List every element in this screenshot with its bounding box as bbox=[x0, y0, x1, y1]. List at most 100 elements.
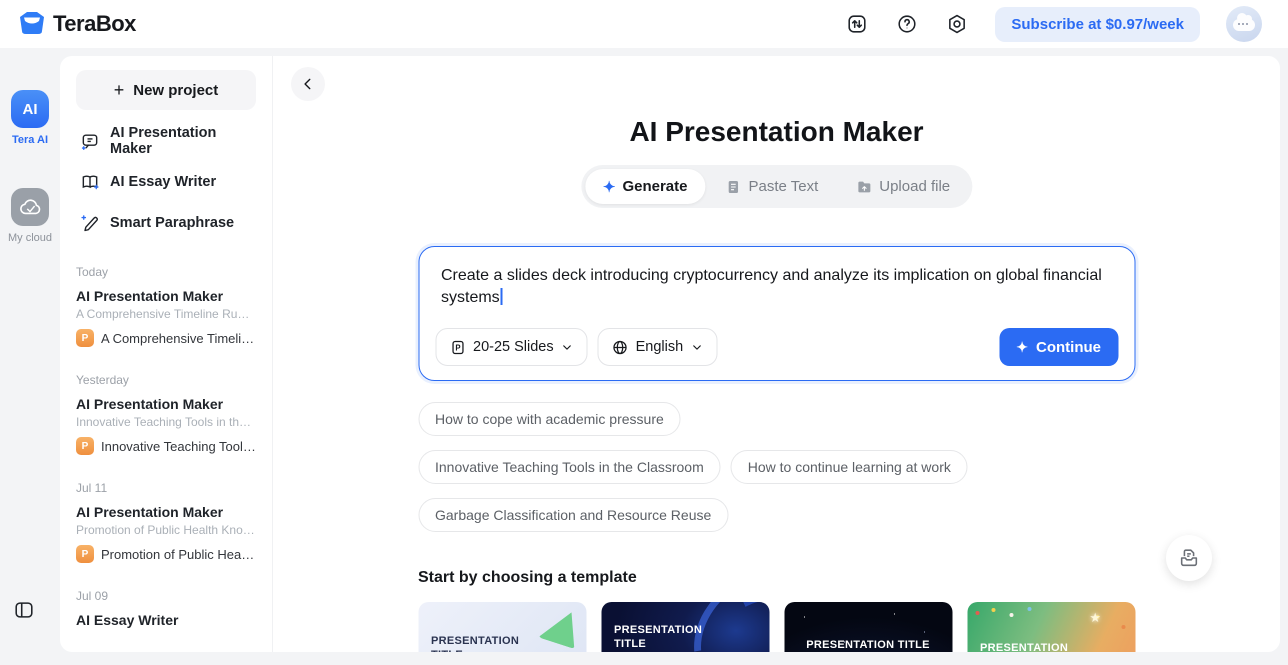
upload-file-icon bbox=[856, 179, 872, 195]
presentation-maker-icon bbox=[80, 131, 100, 151]
prompt-controls: P 20-25 Slides English ✦ Con bbox=[435, 328, 1118, 366]
suggestion-chips: How to cope with academic pressure Innov… bbox=[418, 402, 978, 532]
help-icon[interactable] bbox=[895, 12, 919, 36]
plus-icon: + bbox=[114, 80, 125, 101]
template-card-space[interactable]: PRESENTATION TITLE Reporter: xx xx.xx.xx bbox=[784, 602, 952, 652]
history-item-subtitle: Promotion of Public Health Knowl... bbox=[76, 523, 256, 537]
tab-generate[interactable]: ✦ Generate bbox=[585, 169, 706, 204]
tab-paste-text[interactable]: Paste Text bbox=[707, 169, 836, 204]
ppt-file-icon: P bbox=[76, 437, 94, 455]
page-title: AI Presentation Maker bbox=[273, 116, 1280, 148]
avatar-dots bbox=[1238, 23, 1250, 25]
attachment-name: A Comprehensive Timeline R... bbox=[101, 331, 256, 346]
subscribe-button[interactable]: Subscribe at $0.97/week bbox=[995, 7, 1200, 42]
ppt-file-icon: P bbox=[76, 545, 94, 563]
history-date: Jul 09 bbox=[76, 589, 256, 603]
continue-button[interactable]: ✦ Continue bbox=[999, 328, 1118, 366]
history-group-jul-09: Jul 09 AI Essay Writer bbox=[76, 589, 256, 628]
history-item-subtitle: Innovative Teaching Tools in the C... bbox=[76, 415, 256, 429]
tab-label: Paste Text bbox=[748, 178, 818, 195]
terabox-logo-icon bbox=[18, 11, 46, 37]
menu-label: Smart Paraphrase bbox=[110, 215, 234, 231]
tera-ai-icon: AI bbox=[11, 90, 49, 128]
transfer-icon[interactable] bbox=[845, 12, 869, 36]
sidebar: + New project AI Presentation Maker bbox=[60, 56, 273, 652]
templates-heading: Start by choosing a template bbox=[418, 569, 1135, 587]
tera-ai-label: Tera AI bbox=[12, 134, 48, 146]
suggestion-chip[interactable]: Garbage Classification and Resource Reus… bbox=[418, 498, 728, 532]
suggestion-chip[interactable]: How to cope with academic pressure bbox=[418, 402, 681, 436]
history-item-title[interactable]: AI Presentation Maker bbox=[76, 288, 256, 304]
brand-name: TeraBox bbox=[53, 11, 136, 37]
mode-tabs: ✦ Generate Paste Text Upload file bbox=[581, 165, 972, 208]
avatar[interactable] bbox=[1226, 6, 1262, 42]
text-caret bbox=[501, 288, 503, 305]
collapse-sidebar-icon[interactable] bbox=[13, 599, 35, 621]
back-button[interactable] bbox=[291, 67, 325, 101]
my-cloud-label: My cloud bbox=[8, 232, 52, 244]
history-item-title[interactable]: AI Essay Writer bbox=[76, 612, 256, 628]
continue-sparkle-icon: ✦ bbox=[1016, 339, 1028, 356]
generate-sparkle-icon: ✦ bbox=[603, 178, 616, 196]
slides-count-dropdown[interactable]: P 20-25 Slides bbox=[435, 328, 588, 366]
prompt-input[interactable]: Create a slides deck introducing cryptoc… bbox=[418, 246, 1135, 381]
my-cloud-icon bbox=[11, 188, 49, 226]
history-group-jul-11: Jul 11 AI Presentation Maker Promotion o… bbox=[76, 481, 256, 563]
history-date: Today bbox=[76, 265, 256, 279]
paraphrase-icon bbox=[80, 213, 100, 233]
template-title: PRESENTATION TITLE bbox=[784, 639, 952, 652]
decor-string-lights bbox=[975, 611, 979, 615]
chevron-down-icon bbox=[690, 341, 703, 354]
menu-label: AI Presentation Maker bbox=[110, 125, 252, 157]
template-card-pastel[interactable]: PRESENTATION TITLE bbox=[418, 602, 586, 652]
suggestion-chip[interactable]: How to continue learning at work bbox=[731, 450, 968, 484]
tab-label: Upload file bbox=[879, 178, 950, 195]
template-title: PRESENTATION TITLE bbox=[980, 642, 1070, 652]
feedback-button[interactable] bbox=[1166, 535, 1212, 581]
app-header: TeraBox Subscribe at $0.97/week bbox=[0, 0, 1288, 48]
decor-triangle bbox=[538, 605, 585, 649]
essay-writer-icon bbox=[80, 172, 100, 192]
attachment-name: Promotion of Public Health K... bbox=[101, 547, 256, 562]
content-panels: + New project AI Presentation Maker bbox=[60, 56, 1280, 652]
decor-star: ★ bbox=[1089, 610, 1101, 626]
tab-label: Generate bbox=[622, 178, 687, 195]
new-project-button[interactable]: + New project bbox=[76, 70, 256, 110]
history-attachment[interactable]: P Promotion of Public Health K... bbox=[76, 545, 256, 563]
continue-label: Continue bbox=[1036, 339, 1101, 356]
attachment-name: Innovative Teaching Tools in t... bbox=[101, 439, 256, 454]
template-card-blue-ribbon[interactable]: PRESENTATION TITLE Reporter: xx bbox=[601, 602, 769, 652]
template-card-holiday[interactable]: ★ PRESENTATION TITLE bbox=[967, 602, 1135, 652]
sidebar-item-ai-essay-writer[interactable]: AI Essay Writer bbox=[76, 161, 256, 202]
paste-text-icon bbox=[725, 179, 741, 195]
app-rail: AI Tera AI My cloud bbox=[0, 48, 60, 665]
history-attachment[interactable]: P A Comprehensive Timeline R... bbox=[76, 329, 256, 347]
ppt-file-icon: P bbox=[76, 329, 94, 347]
history-item-subtitle: A Comprehensive Timeline Rundo... bbox=[76, 307, 256, 321]
svg-text:P: P bbox=[455, 343, 460, 352]
settings-icon[interactable] bbox=[945, 12, 969, 36]
history-attachment[interactable]: P Innovative Teaching Tools in t... bbox=[76, 437, 256, 455]
rail-item-tera-ai[interactable]: AI Tera AI bbox=[11, 90, 49, 146]
history-group-today: Today AI Presentation Maker A Comprehens… bbox=[76, 265, 256, 347]
history-item-title[interactable]: AI Presentation Maker bbox=[76, 504, 256, 520]
history-group-yesterday: Yesterday AI Presentation Maker Innovati… bbox=[76, 373, 256, 455]
template-title: PRESENTATION TITLE bbox=[431, 635, 521, 652]
suggestion-chip[interactable]: Innovative Teaching Tools in the Classro… bbox=[418, 450, 721, 484]
tab-upload-file[interactable]: Upload file bbox=[838, 169, 968, 204]
template-title: PRESENTATION TITLE bbox=[614, 624, 704, 652]
main-area: AI Presentation Maker ✦ Generate Paste T… bbox=[273, 56, 1280, 652]
sidebar-menu: AI Presentation Maker AI Essay Writer bbox=[76, 120, 256, 243]
content-column: Create a slides deck introducing cryptoc… bbox=[418, 246, 1135, 652]
sidebar-item-ai-presentation-maker[interactable]: AI Presentation Maker bbox=[76, 120, 256, 161]
sidebar-item-smart-paraphrase[interactable]: Smart Paraphrase bbox=[76, 202, 256, 243]
avatar-cloud-icon bbox=[1233, 19, 1255, 31]
new-project-label: New project bbox=[133, 82, 218, 99]
rail-item-my-cloud[interactable]: My cloud bbox=[8, 188, 52, 244]
globe-icon bbox=[612, 339, 629, 356]
terabox-logo: TeraBox bbox=[18, 11, 136, 37]
language-dropdown[interactable]: English bbox=[598, 328, 718, 366]
template-gallery: PRESENTATION TITLE PRESENTATION TITLE Re… bbox=[418, 602, 1135, 652]
history-list: Today AI Presentation Maker A Comprehens… bbox=[76, 265, 256, 628]
history-item-title[interactable]: AI Presentation Maker bbox=[76, 396, 256, 412]
